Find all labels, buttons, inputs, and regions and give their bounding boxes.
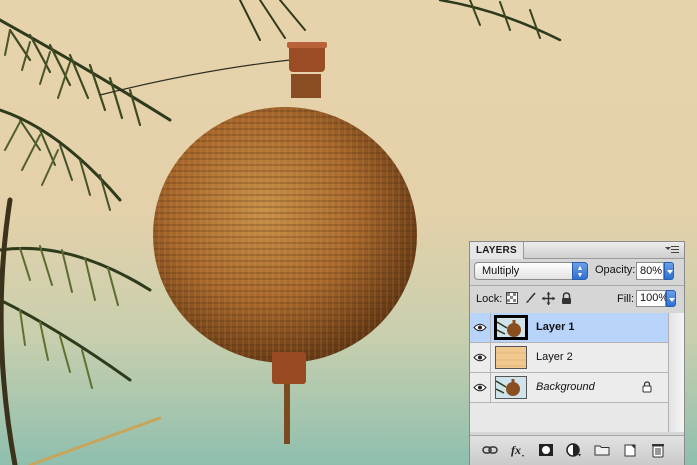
fill-input[interactable]: 100% [636, 290, 668, 307]
layer-name[interactable]: Background [536, 381, 595, 393]
layer-row-background[interactable]: Background [470, 373, 668, 403]
divider [470, 285, 684, 286]
link-icon[interactable] [482, 442, 498, 458]
lock-position-icon[interactable] [542, 292, 555, 305]
fx-icon[interactable]: fx [510, 442, 526, 458]
lock-transparent-pixels-icon[interactable] [506, 292, 519, 305]
layers-list: Layer 1 Layer 2 Background [470, 313, 668, 432]
updown-arrows-icon: ▲ ▼ [572, 262, 588, 280]
eye-icon [473, 383, 487, 392]
panel-header: LAYERS [470, 242, 684, 259]
layer-thumbnail [495, 346, 527, 369]
layer-row-layer-1[interactable]: Layer 1 [470, 313, 668, 343]
visibility-toggle[interactable] [470, 343, 491, 372]
fill-dropdown-button[interactable] [666, 290, 676, 307]
lock-icon [642, 381, 652, 393]
layer-thumbnail [495, 376, 527, 399]
visibility-toggle[interactable] [470, 373, 491, 402]
layer-row-layer-2[interactable]: Layer 2 [470, 343, 668, 373]
opacity-label: Opacity: [595, 264, 636, 276]
layers-scrollbar[interactable] [668, 313, 684, 432]
blend-mode-value: Multiply [482, 265, 520, 277]
lock-all-icon[interactable] [560, 292, 573, 305]
lock-label: Lock: [476, 293, 503, 305]
layer-mask-icon[interactable] [538, 442, 554, 458]
panel-menu-icon[interactable] [665, 244, 681, 256]
layer-thumbnail [494, 315, 528, 340]
visibility-toggle[interactable] [470, 313, 491, 342]
blend-mode-select[interactable]: Multiply ▲ ▼ [474, 262, 588, 280]
fill-label: Fill: [617, 293, 635, 305]
eye-icon [473, 353, 487, 362]
adjustment-layer-icon[interactable] [566, 442, 582, 458]
blend-opacity-row: Multiply ▲ ▼ Opacity: 80% [474, 262, 681, 282]
panel-bottom-toolbar: fx [470, 435, 684, 465]
layer-name[interactable]: Layer 1 [536, 321, 575, 333]
lock-fill-row: Lock: Fill: 100% [474, 290, 681, 308]
lock-image-pixels-icon[interactable] [524, 292, 537, 305]
opacity-dropdown-button[interactable] [664, 262, 674, 280]
layers-panel: LAYERS Multiply ▲ ▼ Opacity: 80% Lock: F… [469, 241, 685, 465]
trash-icon[interactable] [650, 442, 666, 458]
opacity-input[interactable]: 80% [636, 262, 664, 280]
tab-layers[interactable]: LAYERS [470, 242, 524, 259]
layer-name[interactable]: Layer 2 [536, 351, 573, 363]
svg-text:fx: fx [511, 443, 521, 457]
eye-icon [473, 323, 487, 332]
group-folder-icon[interactable] [594, 442, 610, 458]
new-layer-icon[interactable] [622, 442, 638, 458]
